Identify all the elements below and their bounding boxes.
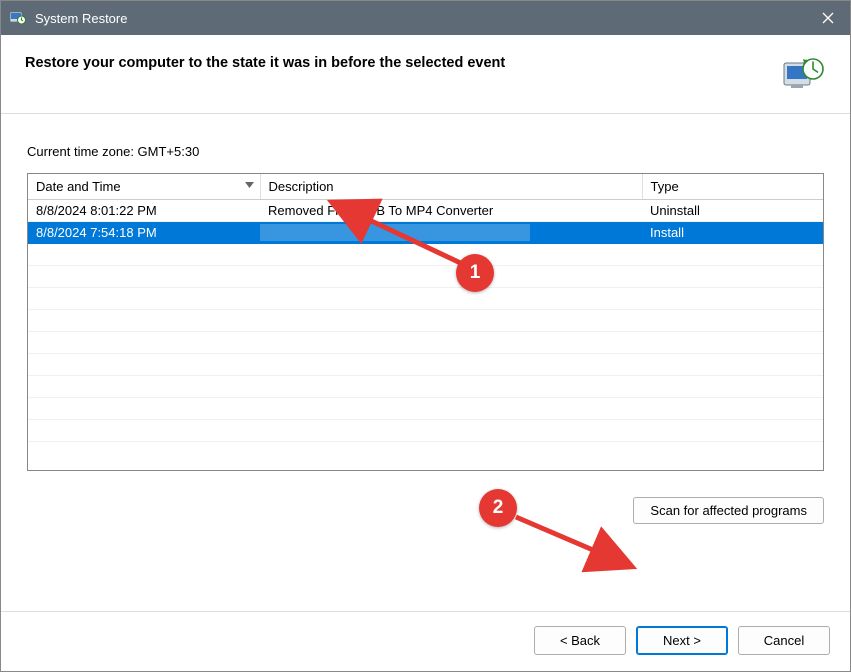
timezone-label: Current time zone: GMT+5:30 (27, 144, 824, 159)
table-row-empty (28, 398, 823, 420)
page-heading: Restore your computer to the state it wa… (25, 55, 770, 71)
col-datetime[interactable]: Date and Time (28, 174, 260, 200)
sort-indicator-icon (245, 180, 254, 191)
next-button[interactable]: Next > (636, 626, 728, 655)
cell-description: Removed Free VOB To MP4 Converter (260, 200, 642, 222)
table-row-empty (28, 266, 823, 288)
table-row-empty (28, 332, 823, 354)
system-restore-window: System Restore Restore your computer to … (0, 0, 851, 672)
table-header-row: Date and Time Description Type (28, 174, 823, 200)
col-datetime-label: Date and Time (36, 179, 121, 194)
table-row[interactable]: 8/8/2024 7:54:18 PM Install (28, 222, 823, 244)
back-button[interactable]: < Back (534, 626, 626, 655)
cell-datetime: 8/8/2024 8:01:22 PM (28, 200, 260, 222)
wizard-header: Restore your computer to the state it wa… (1, 35, 850, 114)
table-row-empty (28, 354, 823, 376)
restore-icon (782, 55, 826, 95)
col-description[interactable]: Description (260, 174, 642, 200)
cell-type: Uninstall (642, 200, 823, 222)
col-type[interactable]: Type (642, 174, 823, 200)
col-type-label: Type (651, 179, 679, 194)
window-title: System Restore (35, 11, 842, 26)
cell-type: Install (642, 222, 823, 244)
app-icon (9, 9, 27, 27)
wizard-body: Current time zone: GMT+5:30 Date and Tim… (1, 114, 850, 611)
col-description-label: Description (269, 179, 334, 194)
table-row[interactable]: 8/8/2024 8:01:22 PM Removed Free VOB To … (28, 200, 823, 222)
cell-datetime: 8/8/2024 7:54:18 PM (28, 222, 260, 244)
table-row-empty (28, 376, 823, 398)
table-row-empty (28, 288, 823, 310)
cancel-button[interactable]: Cancel (738, 626, 830, 655)
table-row-empty (28, 420, 823, 442)
restore-points-table[interactable]: Date and Time Description Type 8/8/2024 … (27, 173, 824, 471)
wizard-footer: < Back Next > Cancel (1, 611, 850, 671)
scan-row: Scan for affected programs (27, 497, 824, 524)
table-row-empty (28, 244, 823, 266)
titlebar: System Restore (1, 1, 850, 35)
table-row-empty (28, 310, 823, 332)
scan-affected-button[interactable]: Scan for affected programs (633, 497, 824, 524)
close-button[interactable] (806, 1, 850, 35)
cell-description (260, 222, 642, 244)
